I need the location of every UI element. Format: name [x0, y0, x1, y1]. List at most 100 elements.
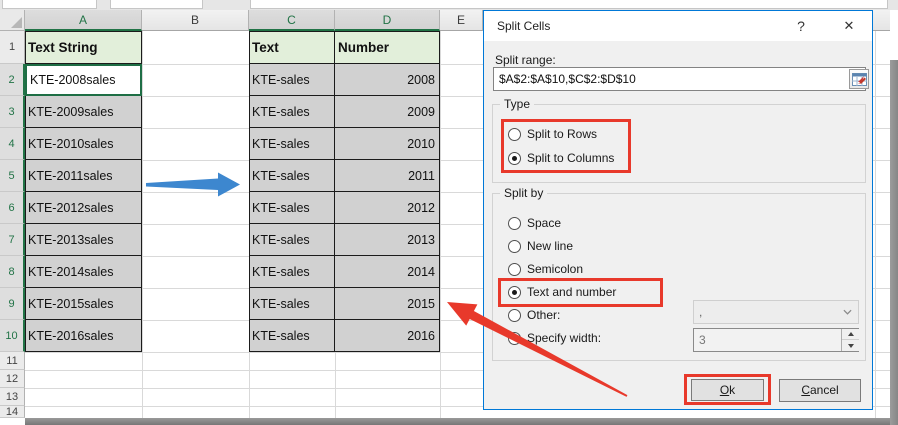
data-cell[interactable]: 2015 — [335, 288, 440, 320]
row-header-6[interactable]: 6 — [0, 192, 25, 224]
formula-input-sliver — [250, 0, 888, 9]
gridline — [142, 31, 143, 418]
help-icon[interactable]: ? — [784, 11, 818, 41]
row-header-3[interactable]: 3 — [0, 96, 25, 128]
data-cell[interactable]: KTE-2012sales — [25, 192, 142, 224]
data-cell[interactable]: KTE-2009sales — [25, 96, 142, 128]
right-shadow-bar — [890, 60, 898, 425]
spinner-buttons — [841, 329, 859, 351]
data-cell[interactable]: KTE-2013sales — [25, 224, 142, 256]
radio-icon[interactable] — [508, 285, 521, 299]
cancel-button[interactable]: Cancel — [779, 379, 861, 402]
row-header-14[interactable]: 14 — [0, 406, 25, 418]
column-header-a[interactable]: A — [25, 10, 142, 31]
data-cell[interactable]: KTE-sales — [249, 160, 335, 192]
data-cell[interactable]: KTE-sales — [249, 128, 335, 160]
width-value: 3 — [699, 333, 706, 347]
radio-icon[interactable] — [508, 239, 521, 253]
split-range-label: Split range: — [495, 53, 556, 67]
data-cell[interactable]: KTE-2010sales — [25, 128, 142, 160]
chevron-down-icon — [843, 309, 852, 315]
header-cell[interactable]: Text — [249, 31, 335, 64]
data-cell[interactable]: KTE-sales — [249, 224, 335, 256]
header-cell[interactable]: Text String — [25, 31, 142, 64]
active-cell[interactable]: KTE-2008sales — [25, 64, 142, 96]
split-by-option-space[interactable]: Space — [508, 214, 561, 232]
data-cell[interactable]: KTE-sales — [249, 96, 335, 128]
row-header-11[interactable]: 11 — [0, 352, 25, 370]
radio-icon[interactable] — [508, 216, 521, 230]
select-all-corner[interactable] — [0, 10, 25, 31]
radio-label: Other: — [527, 308, 561, 322]
spin-down-icon[interactable] — [842, 340, 859, 351]
split-by-option-text-and-number[interactable]: Text and number — [508, 283, 616, 301]
insert-function-sliver — [110, 0, 203, 9]
data-cell[interactable]: 2016 — [335, 320, 440, 352]
data-cell[interactable]: KTE-sales — [249, 256, 335, 288]
gridline — [875, 31, 876, 418]
split-by-option-other[interactable]: Other: — [508, 306, 560, 324]
data-cell[interactable]: 2009 — [335, 96, 440, 128]
data-cell[interactable]: KTE-2014sales — [25, 256, 142, 288]
radio-label: Semicolon — [527, 262, 584, 276]
row-header-12[interactable]: 12 — [0, 370, 25, 388]
dialog-title: Split Cells — [497, 19, 551, 33]
ok-button[interactable]: Ok — [691, 379, 764, 401]
range-selector-icon — [851, 72, 867, 86]
radio-icon[interactable] — [508, 331, 521, 345]
data-cell[interactable]: 2013 — [335, 224, 440, 256]
spin-up-icon[interactable] — [842, 329, 859, 340]
split-cells-dialog: Split Cells ? ✕ Split range: Type Split … — [483, 10, 873, 410]
row-header-1[interactable]: 1 — [0, 31, 25, 64]
split-by-option-specify-width[interactable]: Specify width: — [508, 329, 601, 347]
row-header-7[interactable]: 7 — [0, 224, 25, 256]
column-header-b[interactable]: B — [142, 10, 249, 31]
close-icon[interactable]: ✕ — [828, 11, 870, 41]
row-header-2[interactable]: 2 — [0, 64, 25, 96]
radio-icon[interactable] — [508, 262, 521, 276]
data-cell[interactable]: KTE-sales — [249, 320, 335, 352]
data-cell[interactable]: KTE-2015sales — [25, 288, 142, 320]
data-cell[interactable]: KTE-sales — [249, 64, 335, 96]
row-header-13[interactable]: 13 — [0, 388, 25, 406]
radio-icon[interactable] — [508, 151, 521, 165]
name-box-sliver — [2, 0, 97, 9]
radio-icon[interactable] — [508, 127, 521, 141]
data-cell[interactable]: KTE-sales — [249, 192, 335, 224]
split-by-group-label: Split by — [500, 186, 548, 200]
row-header-4[interactable]: 4 — [0, 128, 25, 160]
gridline — [440, 31, 441, 418]
row-header-10[interactable]: 10 — [0, 320, 25, 352]
formula-bar-sliver — [0, 0, 898, 10]
column-header-d[interactable]: D — [335, 10, 440, 31]
other-delimiter-combobox[interactable]: , — [693, 300, 859, 324]
header-cell[interactable]: Number — [335, 31, 440, 64]
excel-worksheet: A B C D E 1 2 3 4 5 6 7 8 9 10 11 12 13 14 Text String KTE-2… — [0, 0, 898, 425]
column-header-c[interactable]: C — [249, 10, 335, 31]
data-cell[interactable]: 2010 — [335, 128, 440, 160]
data-cell[interactable]: 2008 — [335, 64, 440, 96]
row-header-8[interactable]: 8 — [0, 256, 25, 288]
width-spinner[interactable]: 3 — [693, 328, 859, 352]
range-selector-button[interactable] — [849, 69, 869, 89]
data-cell[interactable]: KTE-2011sales — [25, 160, 142, 192]
row-header-9[interactable]: 9 — [0, 288, 25, 320]
type-option-split-to-rows[interactable]: Split to Rows — [508, 125, 597, 143]
radio-icon[interactable] — [508, 308, 521, 322]
data-cell[interactable]: 2014 — [335, 256, 440, 288]
radio-label: Split to Rows — [527, 127, 598, 141]
type-groupbox — [492, 104, 866, 183]
data-cell[interactable]: KTE-sales — [249, 288, 335, 320]
bottom-shadow-bar — [25, 418, 898, 425]
radio-label: Space — [527, 216, 562, 230]
type-option-split-to-columns[interactable]: Split to Columns — [508, 149, 614, 167]
split-range-input[interactable] — [493, 67, 866, 91]
split-by-option-new-line[interactable]: New line — [508, 237, 573, 255]
dialog-titlebar[interactable]: Split Cells ? ✕ — [484, 11, 872, 41]
data-cell[interactable]: KTE-2016sales — [25, 320, 142, 352]
column-header-e[interactable]: E — [440, 10, 483, 31]
data-cell[interactable]: 2012 — [335, 192, 440, 224]
row-header-5[interactable]: 5 — [0, 160, 25, 192]
split-by-option-semicolon[interactable]: Semicolon — [508, 260, 583, 278]
data-cell[interactable]: 2011 — [335, 160, 440, 192]
